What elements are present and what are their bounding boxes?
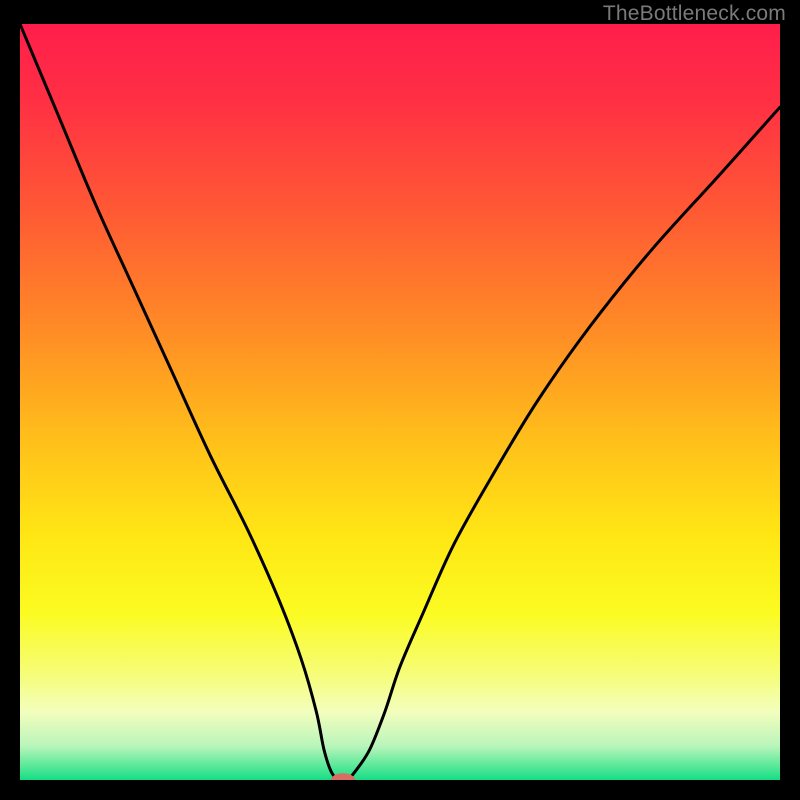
- plot-area: [20, 24, 780, 780]
- chart-svg: [20, 24, 780, 780]
- watermark-text: TheBottleneck.com: [603, 2, 786, 26]
- chart-frame: TheBottleneck.com: [0, 0, 800, 800]
